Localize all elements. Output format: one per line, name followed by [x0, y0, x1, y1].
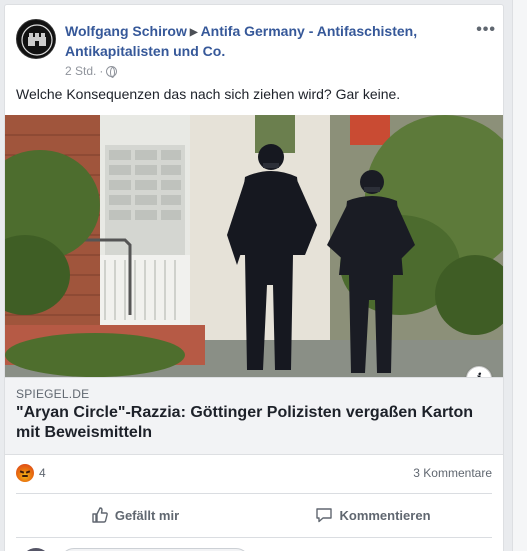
link-source: SPIEGEL.DE — [16, 387, 90, 401]
like-button[interactable]: Gefällt mir — [16, 495, 254, 535]
comment-icon — [316, 508, 333, 523]
post-actions: Gefällt mir Kommentieren — [16, 495, 492, 535]
meta-separator: · — [99, 64, 104, 78]
thumbs-up-icon — [92, 507, 108, 523]
police-photo-image — [5, 115, 503, 377]
link-preview-box[interactable]: SPIEGEL.DE "Aryan Circle"-Razzia: Göttin… — [5, 377, 503, 455]
feed-post: Wolfgang Schirow ▶ Antifa Germany - Antifa… — [4, 4, 504, 551]
avatar-logo-icon — [18, 21, 55, 58]
post-author-line: Wolfgang Schirow ▶ Antifa Germany - Antifa… — [65, 22, 445, 61]
comment-label: Kommentieren — [339, 507, 431, 523]
author-name-link[interactable]: Wolfgang Schirow — [65, 23, 187, 39]
divider — [16, 537, 492, 538]
author-avatar[interactable] — [16, 19, 56, 59]
post-header: Wolfgang Schirow ▶ Antifa Germany - Antifa… — [16, 19, 496, 83]
link-preview-image[interactable] — [5, 115, 503, 377]
comments-count-link[interactable]: 3 Kommentare — [413, 466, 492, 480]
post-text: Welche Konsequenzen das nach sich ziehen… — [16, 86, 401, 102]
right-scroll-rail — [512, 0, 527, 551]
reaction-count[interactable]: 4 — [39, 466, 46, 480]
post-meta: 2 Std. · — [65, 64, 118, 78]
divider — [16, 493, 492, 494]
caret-right-icon: ▶ — [189, 27, 198, 38]
post-timestamp[interactable]: 2 Std. — [65, 64, 96, 78]
comment-composer — [16, 545, 492, 551]
post-stats: 4 3 Kommentare — [16, 463, 492, 483]
angry-reaction-icon[interactable] — [16, 464, 34, 482]
like-label: Gefällt mir — [114, 507, 180, 523]
link-headline[interactable]: "Aryan Circle"-Razzia: Göttinger Polizis… — [16, 403, 496, 443]
more-options-icon[interactable]: ••• — [476, 21, 496, 39]
comment-button[interactable]: Kommentieren — [254, 495, 492, 535]
globe-icon[interactable] — [106, 65, 118, 78]
